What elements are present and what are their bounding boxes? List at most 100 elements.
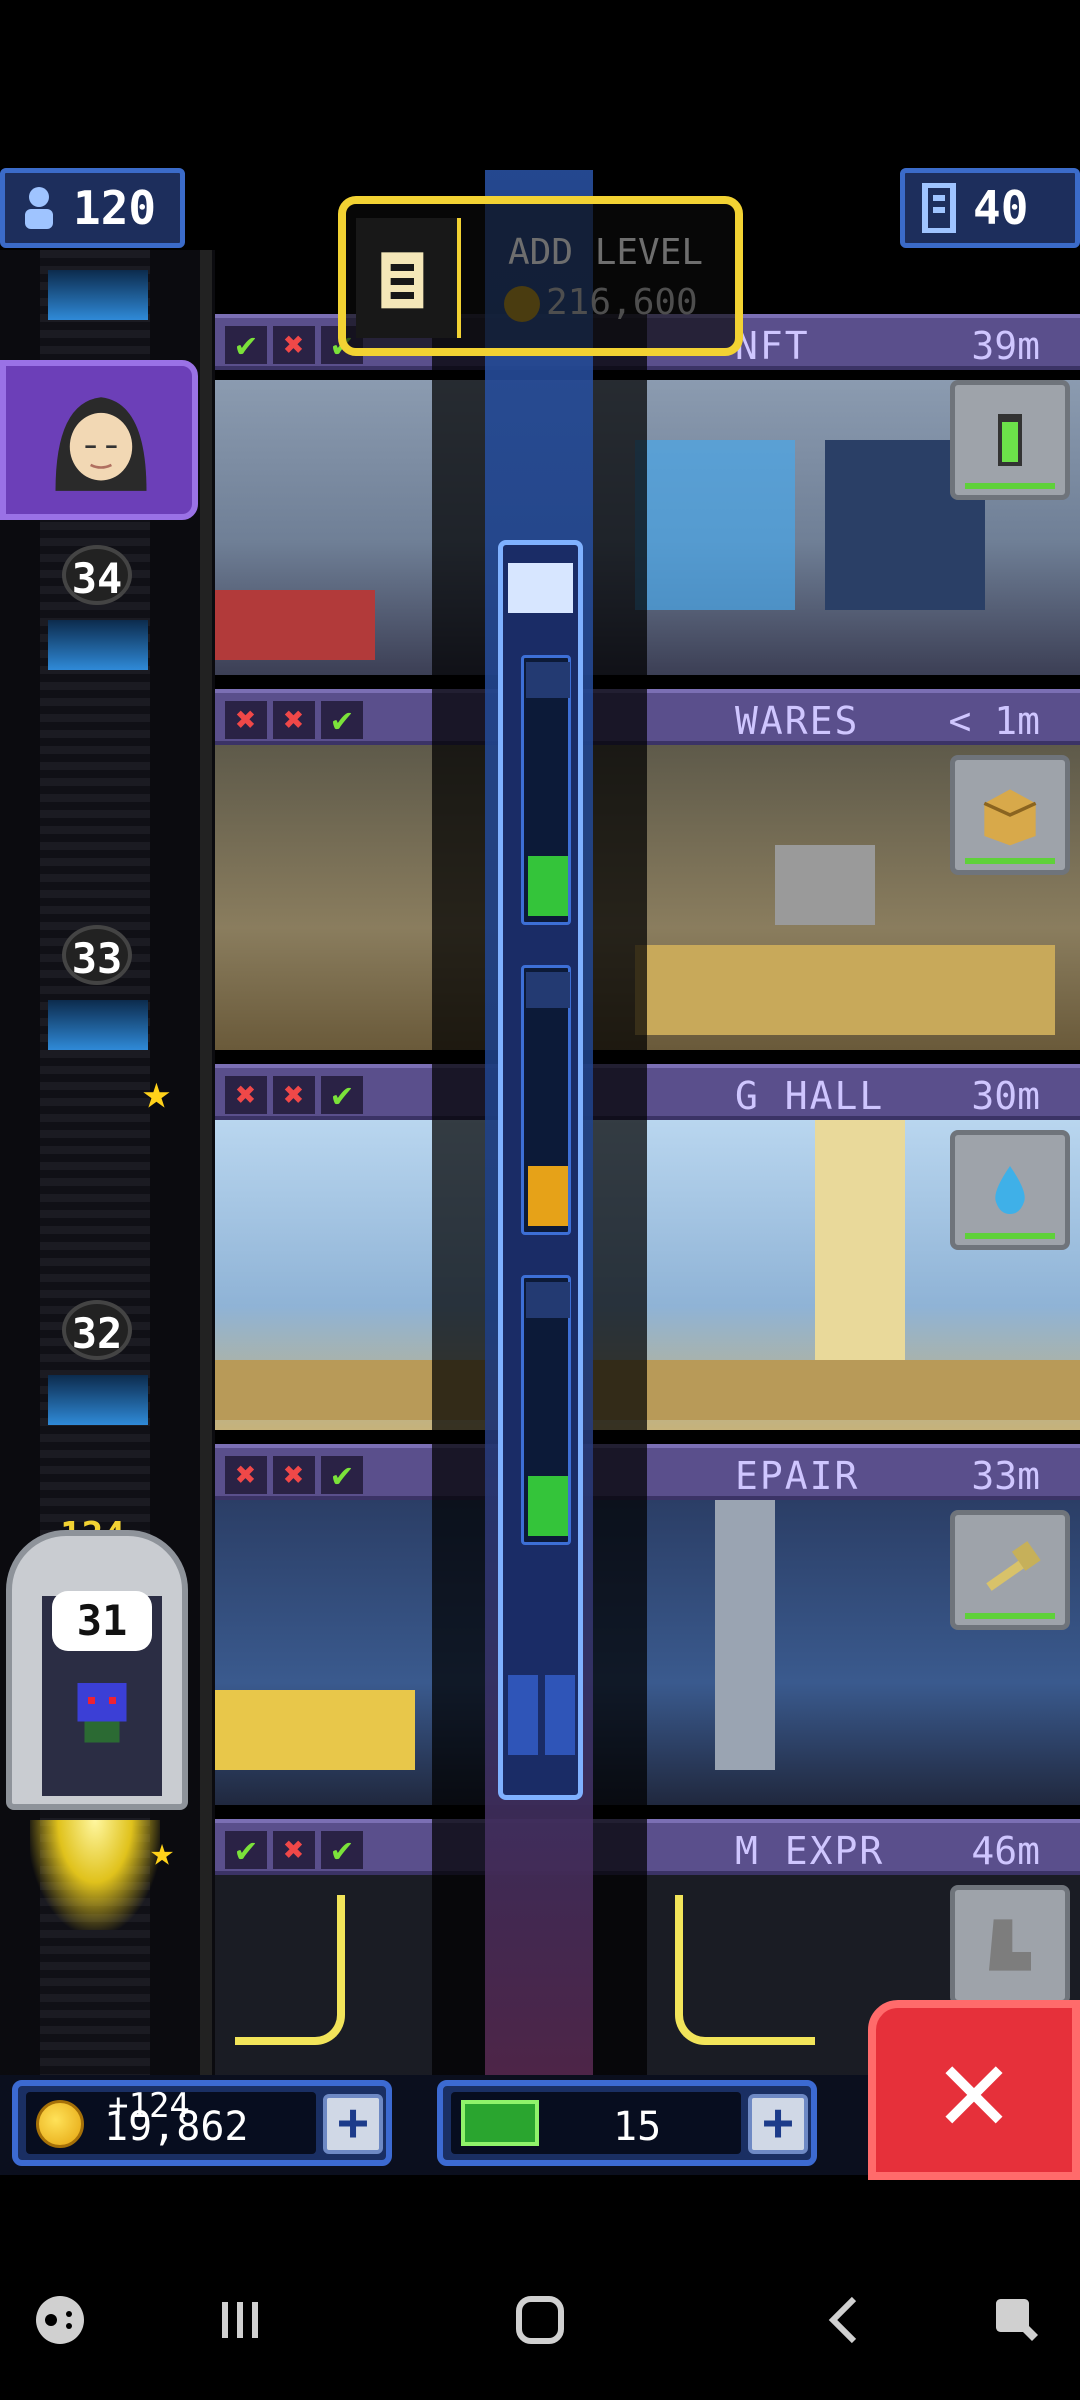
stock-check-icon: ✔ bbox=[321, 701, 363, 739]
passenger-icon bbox=[77, 1683, 127, 1743]
floor-wares[interactable]: ✖ ✖ ✔ WARES < 1m bbox=[215, 675, 1080, 1050]
room-railing bbox=[215, 1360, 1080, 1420]
floor-number-label: 34 bbox=[62, 545, 132, 605]
population-value: 120 bbox=[73, 181, 157, 235]
floor-status-bar: ✖ ✖ ✔ EPAIR 33m bbox=[215, 1444, 1080, 1500]
boot-icon[interactable] bbox=[950, 1885, 1070, 2005]
room-crate bbox=[775, 845, 875, 925]
floor-g-hall[interactable]: ✖ ✖ ✔ G HALL 30m bbox=[215, 1050, 1080, 1430]
shaft-door bbox=[48, 1375, 148, 1425]
star-icon: ★ bbox=[142, 1064, 171, 1120]
elevator-rail-edge bbox=[200, 250, 212, 2080]
mission-header bbox=[508, 563, 573, 613]
add-level-title: ADD LEVEL bbox=[508, 232, 704, 273]
shaft-door bbox=[48, 270, 148, 320]
star-icon: ★ bbox=[150, 1829, 175, 1875]
floor-count-counter[interactable]: 40 bbox=[900, 168, 1080, 248]
room-screen bbox=[635, 440, 795, 610]
close-icon: ✕ bbox=[937, 2020, 1011, 2159]
stock-status: ✔ ✖ ✔ bbox=[225, 1831, 363, 1869]
stock-check-icon: ✔ bbox=[225, 1831, 267, 1869]
stock-check-icon: ✔ bbox=[321, 1831, 363, 1869]
mission-slot-label bbox=[526, 972, 570, 1008]
stock-cross-icon: ✖ bbox=[225, 1076, 267, 1114]
room-neon-light bbox=[675, 1895, 815, 2045]
add-level-button[interactable]: ADD LEVEL 216,600 bbox=[338, 196, 743, 356]
stock-check-icon: ✔ bbox=[321, 1456, 363, 1494]
floor-status-bar: ✔ ✖ ✔ M EXPR 46m bbox=[215, 1819, 1080, 1875]
elevator-floor-number: 31 bbox=[52, 1591, 152, 1651]
floor-count-value: 40 bbox=[973, 181, 1029, 235]
mission-slot[interactable] bbox=[521, 655, 571, 925]
stock-cross-icon: ✖ bbox=[273, 701, 315, 739]
coin-icon bbox=[504, 286, 540, 322]
floor-status-bar: ✖ ✖ ✔ G HALL 30m bbox=[215, 1064, 1080, 1120]
stock-check-icon: ✔ bbox=[321, 1076, 363, 1114]
building-plan-icon bbox=[356, 218, 461, 338]
stock-status: ✖ ✖ ✔ bbox=[225, 1076, 363, 1114]
stock-check-icon: ✔ bbox=[225, 326, 267, 364]
floor-name: NFT bbox=[735, 324, 810, 368]
floor-repair[interactable]: ✖ ✖ ✔ EPAIR 33m bbox=[215, 1430, 1080, 1805]
stock-cross-icon: ✖ bbox=[273, 326, 315, 364]
floor-restock-time: 46m bbox=[971, 1829, 1040, 1873]
back-icon[interactable] bbox=[815, 2290, 875, 2350]
home-icon[interactable] bbox=[510, 2290, 570, 2350]
floor-name: WARES bbox=[735, 699, 860, 743]
game-launcher-icon[interactable] bbox=[30, 2290, 90, 2350]
elevator-cab[interactable]: 31 bbox=[6, 1530, 188, 1810]
stock-cross-icon: ✖ bbox=[273, 1456, 315, 1494]
floor-status-bar: ✖ ✖ ✔ WARES < 1m bbox=[215, 689, 1080, 745]
mission-footer-button[interactable] bbox=[508, 1675, 538, 1755]
mission-slot-label bbox=[526, 662, 570, 698]
floor-number-label: 33 bbox=[62, 925, 132, 985]
elevator-thruster bbox=[30, 1820, 160, 1930]
room-counter bbox=[215, 590, 375, 660]
recent-apps-icon[interactable] bbox=[210, 2290, 270, 2350]
add-level-cost: 216,600 bbox=[546, 282, 698, 323]
buy-bux-button[interactable]: + bbox=[748, 2094, 808, 2154]
battery-icon[interactable] bbox=[950, 380, 1070, 500]
mission-slot-label bbox=[526, 1282, 570, 1318]
stock-cross-icon: ✖ bbox=[225, 701, 267, 739]
water-drop-icon[interactable] bbox=[950, 1130, 1070, 1250]
bux-icon bbox=[461, 2100, 539, 2146]
coins-value: 19,862 bbox=[104, 2104, 249, 2150]
mission-slot-progress bbox=[528, 1166, 568, 1226]
mission-slot-progress bbox=[528, 1476, 568, 1536]
floor-restock-time: 30m bbox=[971, 1074, 1040, 1118]
floor-restock-time: < 1m bbox=[948, 699, 1040, 743]
stock-status: ✖ ✖ ✔ bbox=[225, 701, 363, 739]
bux-value: 15 bbox=[613, 2104, 662, 2150]
close-button[interactable]: ✕ bbox=[868, 2000, 1080, 2180]
coins-panel[interactable]: +124 19,862 + bbox=[12, 2080, 392, 2166]
room-pillar bbox=[815, 1120, 905, 1360]
mission-footer-button[interactable] bbox=[545, 1675, 575, 1755]
hammer-icon[interactable] bbox=[950, 1510, 1070, 1630]
floor-restock-time: 33m bbox=[971, 1454, 1040, 1498]
mission-panel[interactable] bbox=[498, 540, 583, 1800]
mission-slot[interactable] bbox=[521, 965, 571, 1235]
floor-name: G HALL bbox=[735, 1074, 885, 1118]
stock-cross-icon: ✖ bbox=[225, 1456, 267, 1494]
crate-icon[interactable] bbox=[950, 755, 1070, 875]
buy-coins-button[interactable]: + bbox=[323, 2094, 383, 2154]
bux-panel[interactable]: 15 + bbox=[437, 2080, 817, 2166]
population-counter[interactable]: 120 bbox=[0, 168, 185, 248]
stock-status: ✖ ✖ ✔ bbox=[225, 1456, 363, 1494]
shaft-door bbox=[48, 620, 148, 670]
floor-name: M EXPR bbox=[735, 1829, 885, 1873]
shaft-door bbox=[48, 1000, 148, 1050]
building-icon bbox=[922, 183, 956, 233]
floor-name: EPAIR bbox=[735, 1454, 860, 1498]
coin-icon bbox=[36, 2100, 84, 2148]
room-neon-light bbox=[235, 1895, 345, 2045]
screen-pin-icon[interactable] bbox=[990, 2290, 1050, 2350]
floor-nft[interactable]: ✔ ✖ ✔ NFT 39m bbox=[215, 300, 1080, 675]
person-icon bbox=[25, 187, 53, 229]
stock-cross-icon: ✖ bbox=[273, 1831, 315, 1869]
vip-visitor-portrait[interactable] bbox=[0, 360, 198, 520]
room-shelf bbox=[635, 945, 1055, 1035]
hooded-character-icon bbox=[55, 397, 147, 491]
mission-slot[interactable] bbox=[521, 1275, 571, 1545]
